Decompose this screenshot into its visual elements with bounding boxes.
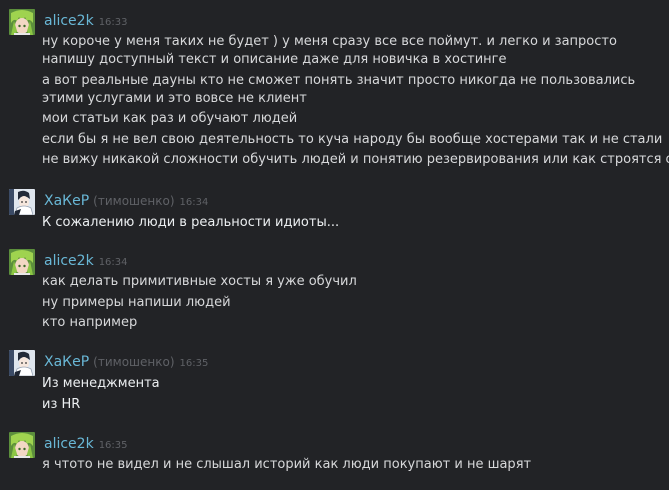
chat-log: alice2k 16:33 ну короче у меня таких не б… bbox=[0, 0, 669, 490]
message-text: К сожалению люди в реальности идиоты... bbox=[42, 215, 340, 230]
author-name[interactable]: ХаКеР bbox=[44, 193, 89, 209]
timestamp: 16:34 bbox=[98, 257, 128, 268]
message-lines: я чтото не видел и не слышал историй как… bbox=[42, 456, 667, 477]
author-name[interactable]: ХаКеР bbox=[44, 354, 89, 370]
message-text: мои статьи как раз и обучают людей bbox=[42, 111, 298, 127]
message-header: ХаКеР (тимошенко) 16:34 bbox=[44, 189, 208, 211]
message-text: не вижу никакой сложности обучить людей … bbox=[42, 152, 669, 168]
message-text: а вот реальные дауны кто не сможет понят… bbox=[42, 72, 636, 106]
message-text: я чтото не видел и не слышал историй как… bbox=[42, 457, 532, 472]
timestamp: 16:33 bbox=[98, 17, 128, 28]
author-nickname: (тимошенко) bbox=[93, 355, 175, 369]
message-lines: К сожалению люди в реальности идиоты... bbox=[42, 214, 667, 235]
message-text: кто например bbox=[42, 315, 138, 331]
green-hair-avatar-icon[interactable] bbox=[9, 9, 35, 35]
message-text: Из менеджмента bbox=[42, 376, 160, 391]
message-header: ХаКеР (тимошенко) 16:35 bbox=[44, 350, 208, 372]
green-hair-avatar-icon[interactable] bbox=[9, 432, 35, 458]
timestamp: 16:35 bbox=[179, 358, 209, 369]
message-text: если бы я не вел свою деятельность то ку… bbox=[42, 131, 663, 147]
message-lines: Из менеджмента из HR bbox=[42, 375, 667, 416]
anime-character-avatar-icon[interactable] bbox=[9, 189, 35, 215]
timestamp: 16:35 bbox=[98, 440, 128, 451]
message-text: из HR bbox=[42, 396, 81, 412]
message-text: ну примеры напиши людей bbox=[42, 294, 231, 310]
author-name[interactable]: alice2k bbox=[44, 13, 94, 29]
message-header: alice2k 16:33 bbox=[44, 9, 128, 31]
message-text: как делать примитивные хосты я уже обучи… bbox=[42, 274, 357, 289]
message-lines: как делать примитивные хосты я уже обучи… bbox=[42, 273, 667, 335]
timestamp: 16:34 bbox=[179, 197, 209, 208]
message-header: alice2k 16:34 bbox=[44, 249, 128, 271]
author-name[interactable]: alice2k bbox=[44, 253, 94, 269]
message-lines: ну короче у меня таких не будет ) у меня… bbox=[42, 33, 669, 172]
green-hair-avatar-icon[interactable] bbox=[9, 249, 35, 275]
anime-character-avatar-icon[interactable] bbox=[9, 350, 35, 376]
message-header: alice2k 16:35 bbox=[44, 432, 128, 454]
author-nickname: (тимошенко) bbox=[93, 194, 175, 208]
message-text: ну короче у меня таких не будет ) у меня… bbox=[42, 34, 617, 67]
author-name[interactable]: alice2k bbox=[44, 436, 94, 452]
